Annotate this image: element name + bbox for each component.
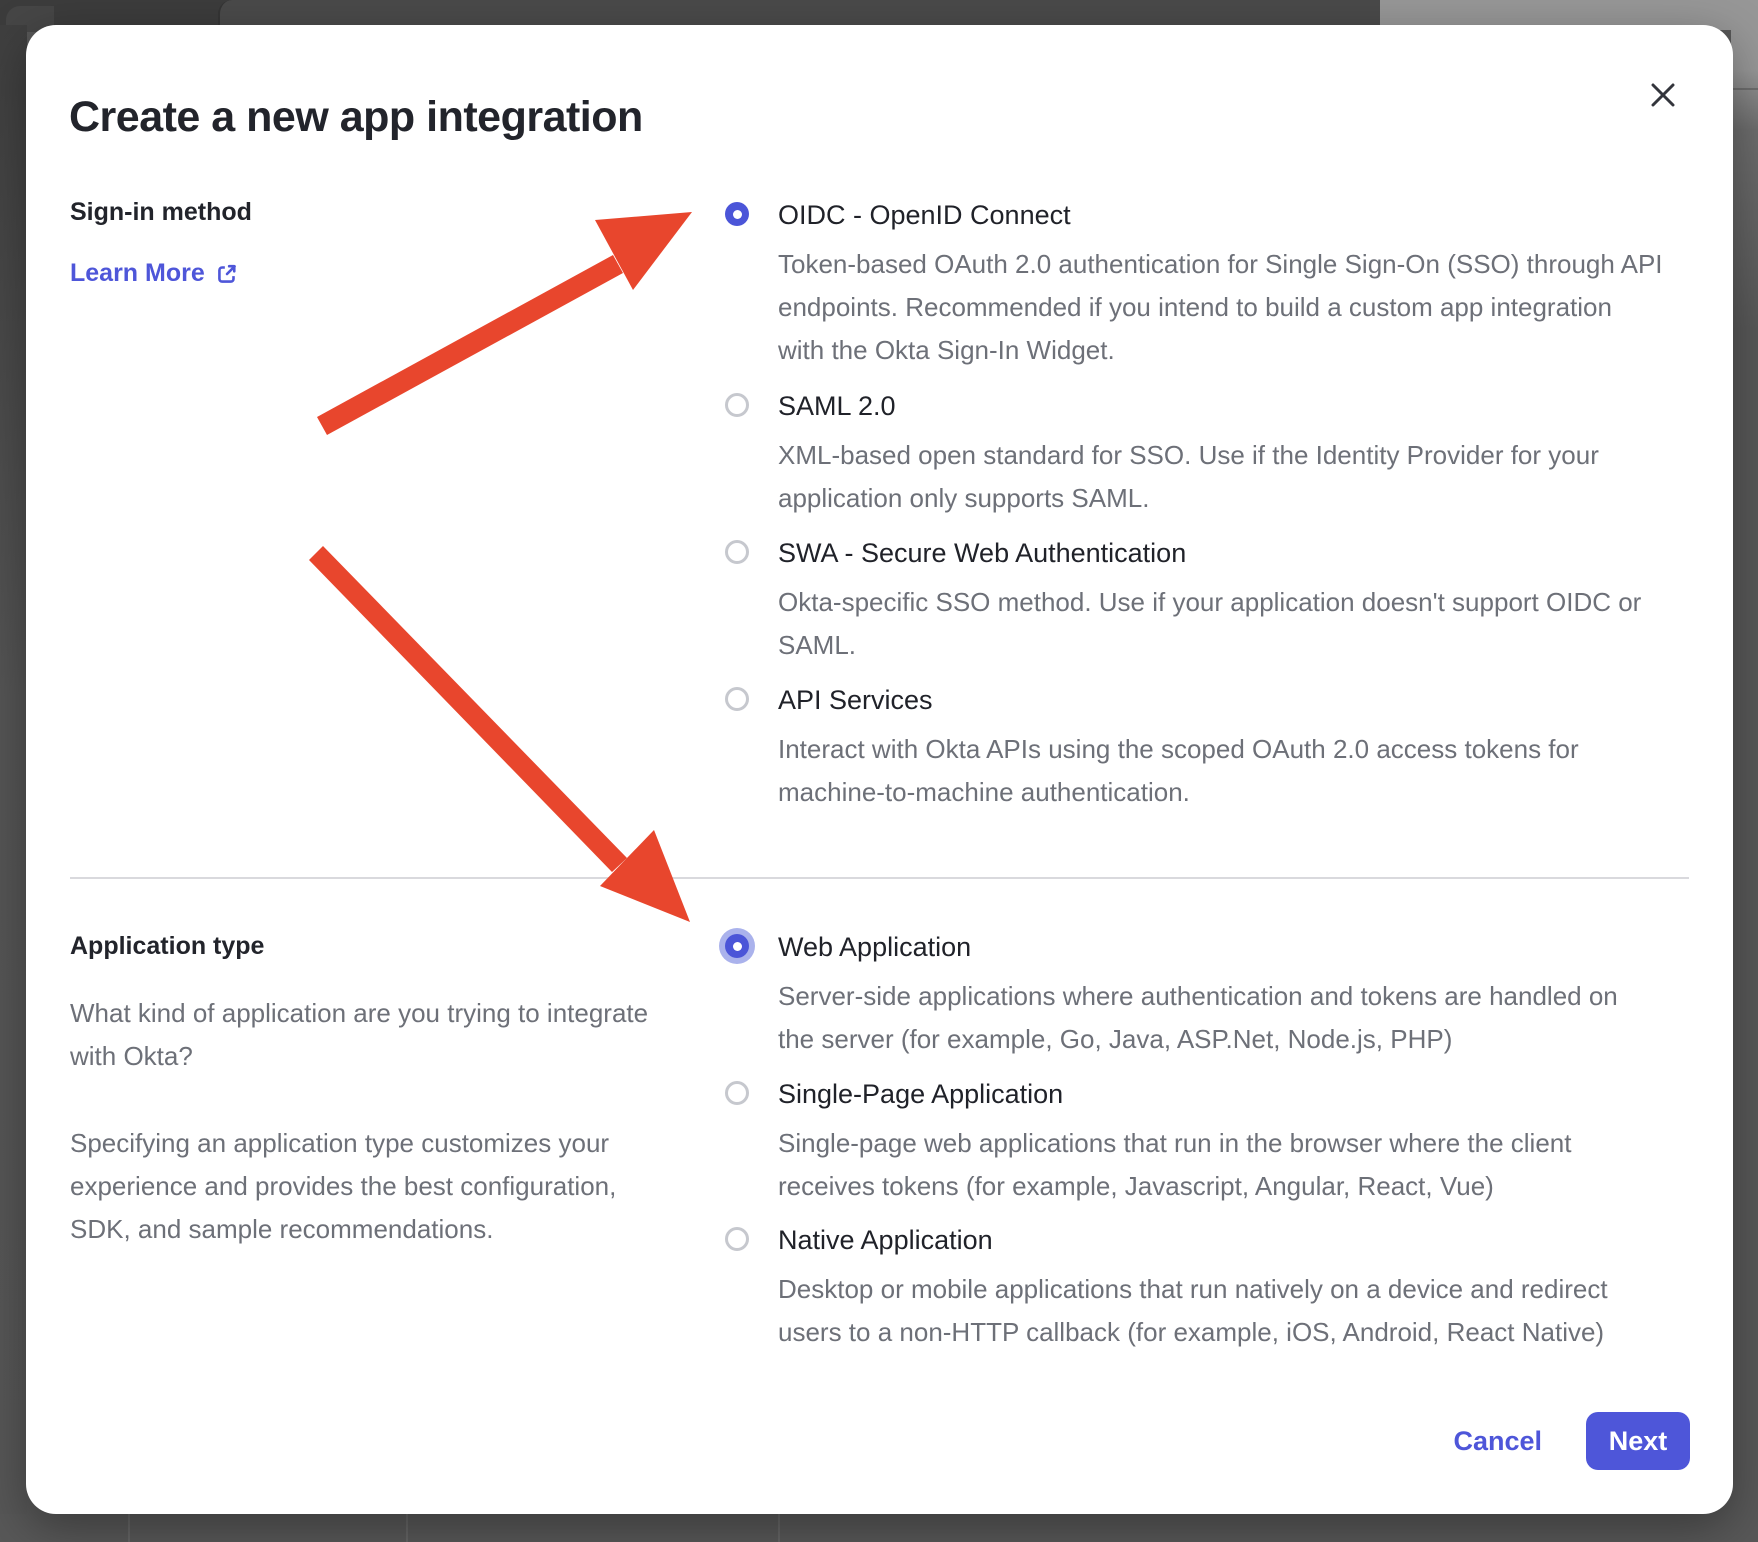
- option-label[interactable]: SAML 2.0: [778, 391, 1705, 421]
- option-description: Desktop or mobile applications that run …: [778, 1268, 1738, 1354]
- option-api-services: API Services Interact with Okta APIs usi…: [725, 685, 1705, 814]
- radio-saml[interactable]: [725, 393, 749, 417]
- option-label[interactable]: Web Application: [778, 932, 1705, 962]
- application-type-intro: What kind of application are you trying …: [70, 992, 750, 1078]
- option-native-application: Native Application Desktop or mobile app…: [725, 1225, 1705, 1354]
- option-swa: SWA - Secure Web Authentication Okta-spe…: [725, 538, 1705, 667]
- next-button[interactable]: Next: [1586, 1412, 1690, 1470]
- background-seam: [128, 1514, 130, 1542]
- radio-swa[interactable]: [725, 540, 749, 564]
- option-description: Interact with Okta APIs using the scoped…: [778, 728, 1738, 814]
- option-label[interactable]: API Services: [778, 685, 1705, 715]
- radio-single-page-application[interactable]: [725, 1081, 749, 1105]
- option-single-page-application: Single-Page Application Single-page web …: [725, 1079, 1705, 1208]
- option-label[interactable]: SWA - Secure Web Authentication: [778, 538, 1705, 568]
- dialog-title: Create a new app integration: [69, 93, 643, 142]
- radio-native-application[interactable]: [725, 1227, 749, 1251]
- radio-oidc[interactable]: [725, 202, 749, 226]
- option-description: Token-based OAuth 2.0 authentication for…: [778, 243, 1738, 372]
- section-divider: [70, 877, 1689, 879]
- create-app-integration-dialog: Create a new app integration Sign-in met…: [26, 25, 1733, 1514]
- cancel-button[interactable]: Cancel: [1453, 1412, 1542, 1470]
- screen: ? msh kta Create a new app integration S…: [0, 0, 1758, 1542]
- external-link-icon: [214, 261, 240, 287]
- option-oidc: OIDC - OpenID Connect Token-based OAuth …: [725, 200, 1705, 372]
- signin-method-label: Sign-in method: [70, 198, 252, 227]
- option-saml: SAML 2.0 XML-based open standard for SSO…: [725, 391, 1705, 520]
- option-description: XML-based open standard for SSO. Use if …: [778, 434, 1738, 520]
- background-header-divider: [1731, 88, 1758, 90]
- option-web-application: Web Application Server-side applications…: [725, 932, 1705, 1061]
- option-description: Okta-specific SSO method. Use if your ap…: [778, 581, 1738, 667]
- option-label[interactable]: Native Application: [778, 1225, 1705, 1255]
- application-type-intro-2: Specifying an application type customize…: [70, 1122, 750, 1251]
- background-left-strip: [0, 25, 27, 1517]
- option-label[interactable]: Single-Page Application: [778, 1079, 1705, 1109]
- option-description: Single-page web applications that run in…: [778, 1122, 1738, 1208]
- background-seam: [406, 1514, 408, 1542]
- background-bottom-strip: [0, 1514, 1758, 1542]
- learn-more-label: Learn More: [70, 259, 205, 288]
- close-icon[interactable]: [1645, 77, 1681, 113]
- background-seam: [778, 1514, 780, 1542]
- radio-web-application[interactable]: [725, 934, 749, 958]
- option-label[interactable]: OIDC - OpenID Connect: [778, 200, 1705, 230]
- option-description: Server-side applications where authentic…: [778, 975, 1738, 1061]
- application-type-label: Application type: [70, 932, 264, 961]
- learn-more-link[interactable]: Learn More: [70, 259, 240, 288]
- radio-api-services[interactable]: [725, 687, 749, 711]
